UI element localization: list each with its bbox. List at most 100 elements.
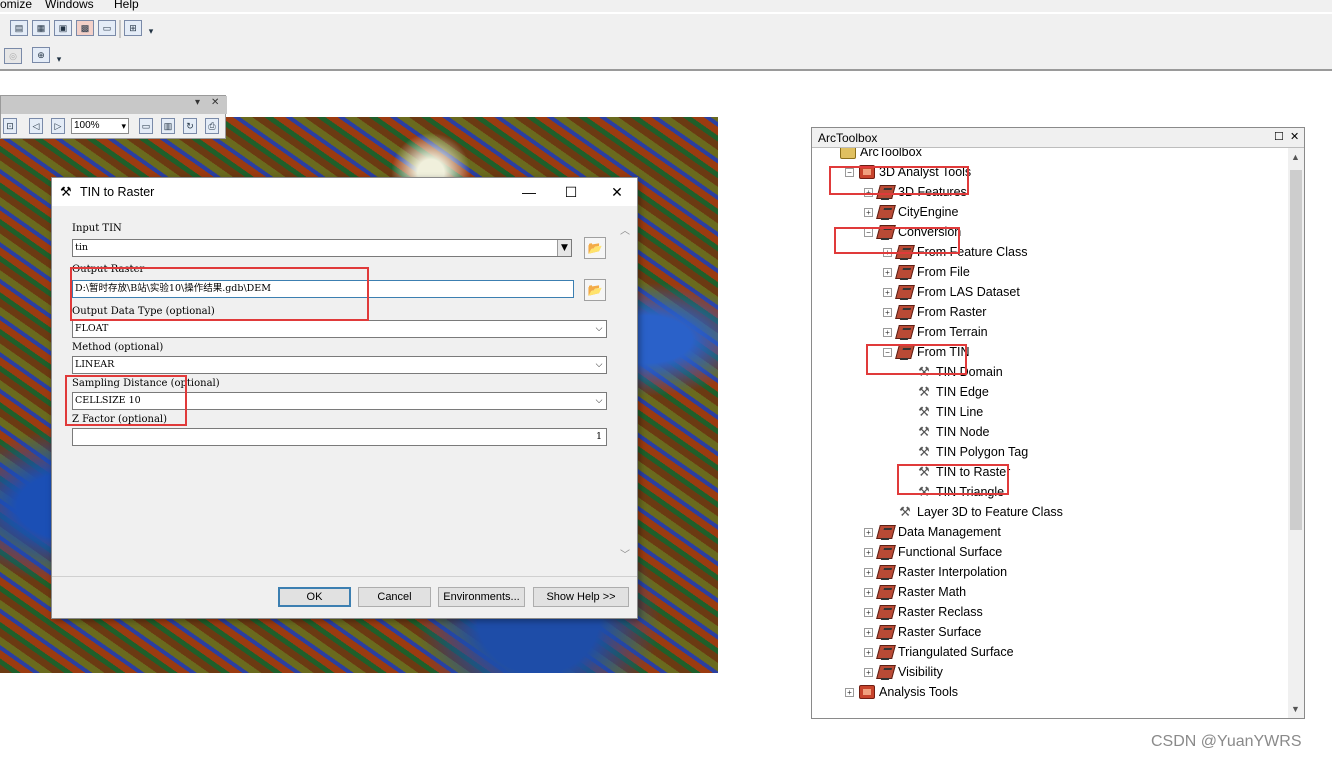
chevron-down-icon[interactable]: ⌵ (592, 321, 606, 337)
minimize-button[interactable]: — (514, 181, 544, 203)
table-icon[interactable]: ▤ (10, 20, 28, 36)
output-raster-input[interactable]: D:\暂时存放\B站\实验10\操作结果.gdb\DEM (72, 280, 574, 298)
tree-node-from-file[interactable]: + From File (812, 262, 1282, 282)
tree-node-raster-surface[interactable]: + Raster Surface (812, 622, 1282, 642)
search-window-icon[interactable]: ▣ (54, 20, 72, 36)
expand-icon[interactable]: + (883, 308, 892, 317)
tree-node-visibility[interactable]: + Visibility (812, 662, 1282, 682)
map-toolbar-title[interactable]: ▾ ✕ (1, 96, 227, 114)
tree-node-tin-node[interactable]: ⚒ TIN Node (812, 422, 1282, 442)
tree-node-from-las-dataset[interactable]: + From LAS Dataset (812, 282, 1282, 302)
expand-icon[interactable]: + (883, 248, 892, 257)
modelbuilder-icon[interactable]: ⊞ (124, 20, 142, 36)
browse-output-raster-button[interactable]: 📂 (584, 279, 606, 301)
dialog-scrollbar[interactable]: ︿ ﹀ (618, 206, 634, 576)
method-select[interactable]: LINEAR ⌵ (72, 356, 607, 374)
chevron-down-icon[interactable]: ⌵ (592, 393, 606, 409)
refresh-icon[interactable]: ↻ (183, 118, 197, 134)
back-icon[interactable]: ◁ (29, 118, 43, 134)
tree-node-functional-surface[interactable]: + Functional Surface (812, 542, 1282, 562)
expand-icon[interactable]: + (864, 188, 873, 197)
tree-node-raster-reclass[interactable]: + Raster Reclass (812, 602, 1282, 622)
menu-windows[interactable]: Windows (45, 0, 94, 11)
expand-icon[interactable]: + (864, 648, 873, 657)
tree-node-from-raster[interactable]: + From Raster (812, 302, 1282, 322)
ok-button[interactable]: OK (278, 587, 351, 607)
expand-icon[interactable]: + (883, 328, 892, 337)
tree-node-from-tin[interactable]: − From TIN (812, 342, 1282, 362)
print-preview-icon[interactable]: ⎙ (205, 118, 219, 134)
chevron-down-icon[interactable]: ▼ (557, 240, 571, 256)
python-window-icon[interactable]: ▭ (98, 20, 116, 36)
tree-node-analysis-tools[interactable]: + Analysis Tools (812, 682, 1282, 702)
close-icon[interactable]: ✕ (1290, 130, 1299, 143)
menu-customize[interactable]: omize (0, 0, 32, 11)
tree-node-3d-features[interactable]: +3D Features (812, 182, 1282, 202)
close-icon[interactable]: ✕ (211, 97, 219, 108)
tree-node-arctoolbox[interactable]: ArcToolbox (812, 148, 1282, 162)
forward-icon[interactable]: ▷ (51, 118, 65, 134)
maximize-button[interactable]: ☐ (556, 181, 586, 203)
catalog-icon[interactable]: ▦ (32, 20, 50, 36)
close-button[interactable]: ✕ (602, 181, 632, 203)
expand-icon[interactable]: + (864, 208, 873, 217)
tree-node-tin-domain[interactable]: ⚒ TIN Domain (812, 362, 1282, 382)
zoom-level-select[interactable]: 100% ▾ (71, 118, 129, 134)
toolbox-scrollbar[interactable]: ▲ ▼ (1288, 148, 1304, 718)
expand-icon[interactable]: + (864, 628, 873, 637)
tree-node-tin-edge[interactable]: ⚒ TIN Edge (812, 382, 1282, 402)
tree-node-data-management[interactable]: + Data Management (812, 522, 1282, 542)
sampling-distance-select[interactable]: CELLSIZE 10 ⌵ (72, 392, 607, 410)
tree-node-raster-interpolation[interactable]: + Raster Interpolation (812, 562, 1282, 582)
zoom-whole-page-icon[interactable]: ▥ (161, 118, 175, 134)
expand-icon[interactable]: + (845, 688, 854, 697)
expand-icon[interactable]: + (864, 528, 873, 537)
scroll-up-icon[interactable]: ▲ (1291, 152, 1300, 162)
arctoolbox-titlebar[interactable]: ArcToolbox ☐ ✕ (812, 128, 1304, 148)
tree-node-3d-analyst-tools[interactable]: − 3D Analyst Tools (812, 162, 1282, 182)
full-extent-icon[interactable]: ⊡ (3, 118, 17, 134)
browse-input-tin-button[interactable]: 📂 (584, 237, 606, 259)
toolbar-overflow-icon[interactable]: ▾ (54, 52, 64, 66)
output-data-type-select[interactable]: FLOAT ⌵ (72, 320, 607, 338)
expand-icon[interactable]: + (883, 268, 892, 277)
tree-node-tin-triangle[interactable]: ⚒ TIN Triangle (812, 482, 1282, 502)
expand-icon[interactable]: + (883, 288, 892, 297)
tree-node-tin-to-raster[interactable]: ⚒ TIN to Raster (812, 462, 1282, 482)
dialog-titlebar[interactable]: ⚒ TIN to Raster — ☐ ✕ (52, 178, 637, 206)
expand-icon[interactable]: + (864, 588, 873, 597)
scroll-down-icon[interactable]: ﹀ (620, 546, 630, 561)
input-tin-select[interactable]: tin ▼ (72, 239, 572, 257)
menu-help[interactable]: Help (114, 0, 139, 11)
cancel-button[interactable]: Cancel (358, 587, 431, 607)
expand-icon[interactable]: + (864, 548, 873, 557)
layout-page-icon[interactable]: ▭ (139, 118, 153, 134)
expand-icon[interactable]: + (864, 568, 873, 577)
z-factor-input[interactable]: 1 (72, 428, 607, 446)
expand-icon[interactable]: + (864, 668, 873, 677)
tree-node-triangulated-surface[interactable]: + Triangulated Surface (812, 642, 1282, 662)
tree-node-layer-3d-to-feature-class[interactable]: ⚒ Layer 3D to Feature Class (812, 502, 1282, 522)
arctoolbox-icon[interactable]: ▩ (76, 20, 94, 36)
zoom-in-icon[interactable]: ⊕ (32, 47, 50, 63)
tree-node-tin-polygon-tag[interactable]: ⚒ TIN Polygon Tag (812, 442, 1282, 462)
scrollbar-thumb[interactable] (1290, 170, 1302, 530)
tree-node-cityengine[interactable]: + CityEngine (812, 202, 1282, 222)
scroll-down-icon[interactable]: ▼ (1291, 704, 1300, 714)
chevron-down-icon[interactable]: ⌵ (592, 357, 606, 373)
maximize-icon[interactable]: ☐ (1274, 130, 1284, 143)
expand-icon[interactable]: + (864, 608, 873, 617)
toolbar-overflow-icon[interactable]: ▾ (146, 24, 156, 38)
tree-node-conversion[interactable]: − Conversion (812, 222, 1282, 242)
tree-node-tin-line[interactable]: ⚒ TIN Line (812, 402, 1282, 422)
tree-node-from-feature-class[interactable]: + From Feature Class (812, 242, 1282, 262)
environments-button[interactable]: Environments... (438, 587, 525, 607)
show-help-button[interactable]: Show Help >> (533, 587, 629, 607)
tree-node-raster-math[interactable]: + Raster Math (812, 582, 1282, 602)
collapse-icon[interactable]: − (883, 348, 892, 357)
tree-node-from-terrain[interactable]: + From Terrain (812, 322, 1282, 342)
dropdown-icon[interactable]: ▾ (195, 97, 200, 108)
collapse-icon[interactable]: − (845, 168, 854, 177)
collapse-icon[interactable]: − (864, 228, 873, 237)
scroll-up-icon[interactable]: ︿ (620, 222, 630, 237)
